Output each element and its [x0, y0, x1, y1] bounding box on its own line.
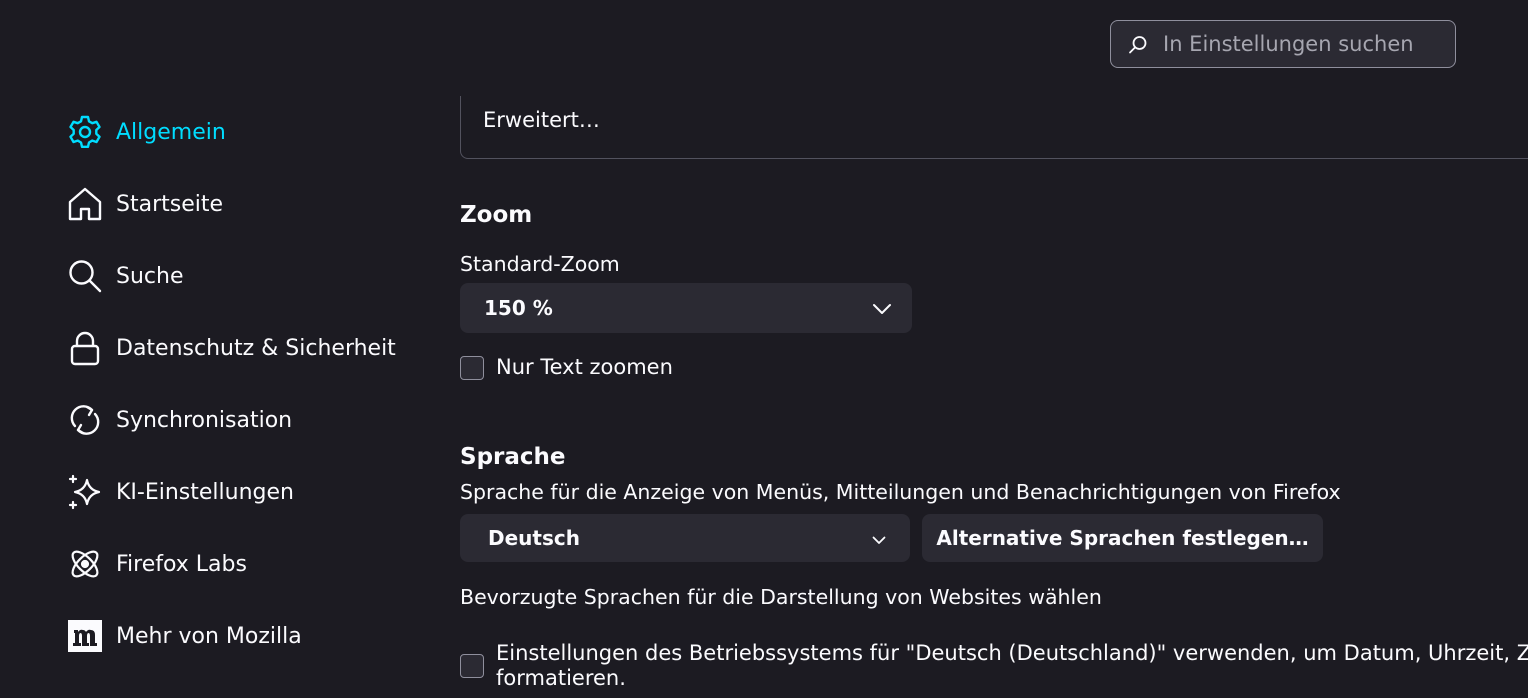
search-icon: [1127, 34, 1149, 56]
language-select[interactable]: Deutsch: [460, 514, 910, 562]
settings-search[interactable]: [1110, 20, 1456, 68]
website-languages-label: Bevorzugte Sprachen für die Darstellung …: [460, 585, 1102, 609]
os-locale-checkbox[interactable]: [460, 654, 484, 678]
advanced-fonts-button[interactable]: Erweitert…: [483, 108, 600, 132]
search-icon: [66, 257, 104, 295]
sidebar-item-synchronisation[interactable]: Synchronisation: [66, 396, 426, 444]
atom-icon: [66, 545, 104, 583]
sidebar-item-mehr-von-mozilla[interactable]: Mehr von Mozilla: [66, 612, 426, 660]
zoom-heading: Zoom: [460, 202, 533, 228]
language-heading: Sprache: [460, 444, 566, 470]
sidebar-item-startseite[interactable]: Startseite: [66, 180, 426, 228]
sidebar-item-label: KI-Einstellungen: [116, 479, 294, 505]
chevron-down-icon: [872, 296, 892, 320]
language-select-value: Deutsch: [488, 526, 580, 550]
default-zoom-select[interactable]: 150 %: [460, 283, 912, 333]
sidebar-item-label: Firefox Labs: [116, 551, 247, 577]
sidebar-item-label: Allgemein: [116, 119, 226, 145]
default-zoom-label: Standard-Zoom: [460, 252, 620, 276]
lock-icon: [66, 329, 104, 367]
alternative-languages-button[interactable]: Alternative Sprachen festlegen…: [922, 514, 1323, 562]
sidebar-item-suche[interactable]: Suche: [66, 252, 426, 300]
search-input[interactable]: [1161, 21, 1451, 67]
sidebar-item-label: Startseite: [116, 191, 224, 217]
sidebar-item-allgemein[interactable]: Allgemein: [66, 108, 426, 156]
sidebar-item-label: Suche: [116, 263, 184, 289]
os-locale-label-line1[interactable]: Einstellungen des Betriebssystems für "D…: [496, 641, 1528, 665]
os-locale-label-line2[interactable]: formatieren.: [496, 666, 626, 690]
sidebar-item-ki-einstellungen[interactable]: KI-Einstellungen: [66, 468, 426, 516]
sidebar-item-label: Mehr von Mozilla: [116, 623, 302, 649]
default-zoom-value: 150 %: [484, 296, 553, 320]
sync-icon: [66, 401, 104, 439]
mozilla-m-icon: [66, 617, 104, 655]
sidebar-item-label: Synchronisation: [116, 407, 293, 433]
sidebar-item-datenschutz[interactable]: Datenschutz & Sicherheit: [66, 324, 426, 372]
home-icon: [66, 185, 104, 223]
gear-icon: [66, 113, 104, 151]
sparkle-icon: [66, 473, 104, 511]
chevron-down-icon: [872, 526, 886, 550]
zoom-text-only-label[interactable]: Nur Text zoomen: [496, 355, 673, 379]
language-description: Sprache für die Anzeige von Menüs, Mitte…: [460, 480, 1341, 504]
zoom-text-only-checkbox[interactable]: [460, 356, 484, 380]
fonts-section-box: [460, 96, 1528, 159]
sidebar-item-label: Datenschutz & Sicherheit: [116, 335, 396, 361]
sidebar-item-firefox-labs[interactable]: Firefox Labs: [66, 540, 426, 588]
